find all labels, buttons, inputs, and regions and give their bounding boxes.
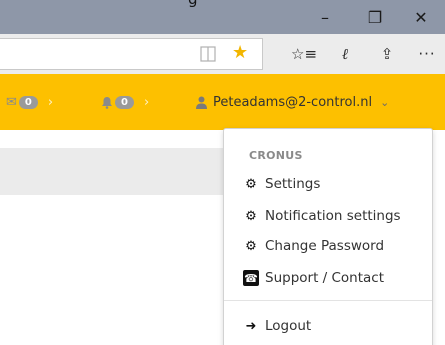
menu-item-label: Settings <box>265 176 321 192</box>
favorite-star-icon[interactable]: ★ <box>232 42 248 63</box>
phone-icon: ☎ <box>243 270 259 286</box>
window-title: g <box>188 0 198 8</box>
notifications-menu[interactable]: 0 › <box>101 74 149 130</box>
notification-count-badge: 0 <box>115 95 134 109</box>
minimize-icon: – <box>321 7 329 27</box>
menu-item-label: Notification settings <box>265 208 401 224</box>
menu-item-logout[interactable]: ➜ Logout <box>243 316 312 336</box>
reading-view-icon[interactable] <box>200 45 216 63</box>
user-dropdown-menu: CRONUS ⚙ Settings ⚙ Notification setting… <box>223 128 433 345</box>
user-icon <box>196 96 207 109</box>
more-icon[interactable]: ··· <box>415 34 439 74</box>
chevron-down-icon: ⌄ <box>380 95 390 109</box>
mail-count-badge: 0 <box>18 95 38 109</box>
close-button[interactable]: ✕ <box>398 0 444 34</box>
menu-item-change-password[interactable]: ⚙ Change Password <box>243 236 384 256</box>
gear-icon: ⚙ <box>245 208 257 224</box>
pen-icon[interactable]: ℓ <box>333 34 357 74</box>
menu-item-label: Logout <box>265 318 312 334</box>
gear-icon: ⚙ <box>245 176 257 192</box>
menu-item-settings[interactable]: ⚙ Settings <box>243 174 320 194</box>
browser-toolbar: ★ ☆≡ ℓ ⇪ ··· <box>0 34 445 74</box>
gear-icon: ⚙ <box>245 238 257 254</box>
app-header: ✉ 0 › 0 › Peteadams@2-control.nl ⌄ <box>0 74 445 130</box>
menu-item-support-contact[interactable]: ☎ Support / Contact <box>243 268 384 288</box>
restore-button[interactable]: ❐ <box>352 0 398 34</box>
menu-item-label: Change Password <box>265 238 385 254</box>
user-email: Peteadams@2-control.nl <box>213 94 373 110</box>
mail-icon: ✉ <box>6 94 17 110</box>
user-menu-toggle[interactable]: Peteadams@2-control.nl ⌄ <box>196 74 389 130</box>
minimize-button[interactable]: – <box>302 0 348 34</box>
close-icon: ✕ <box>414 7 428 27</box>
menu-item-notification-settings[interactable]: ⚙ Notification settings <box>243 206 401 226</box>
logout-icon: ➜ <box>245 318 257 334</box>
mail-menu[interactable]: ✉ 0 › <box>6 74 53 130</box>
chevron-right-icon: › <box>47 94 54 110</box>
address-bar[interactable]: ★ <box>0 38 263 70</box>
menu-section-header: CRONUS <box>249 149 303 162</box>
menu-item-label: Support / Contact <box>265 270 385 286</box>
bell-icon <box>102 96 112 109</box>
content-panel <box>0 148 240 195</box>
favorites-list-icon[interactable]: ☆≡ <box>291 34 317 74</box>
share-icon[interactable]: ⇪ <box>375 34 399 74</box>
menu-divider <box>224 300 432 301</box>
browser-titlebar: g – ❐ ✕ <box>0 0 445 34</box>
restore-icon: ❐ <box>367 7 383 27</box>
chevron-right-icon: › <box>143 94 150 110</box>
